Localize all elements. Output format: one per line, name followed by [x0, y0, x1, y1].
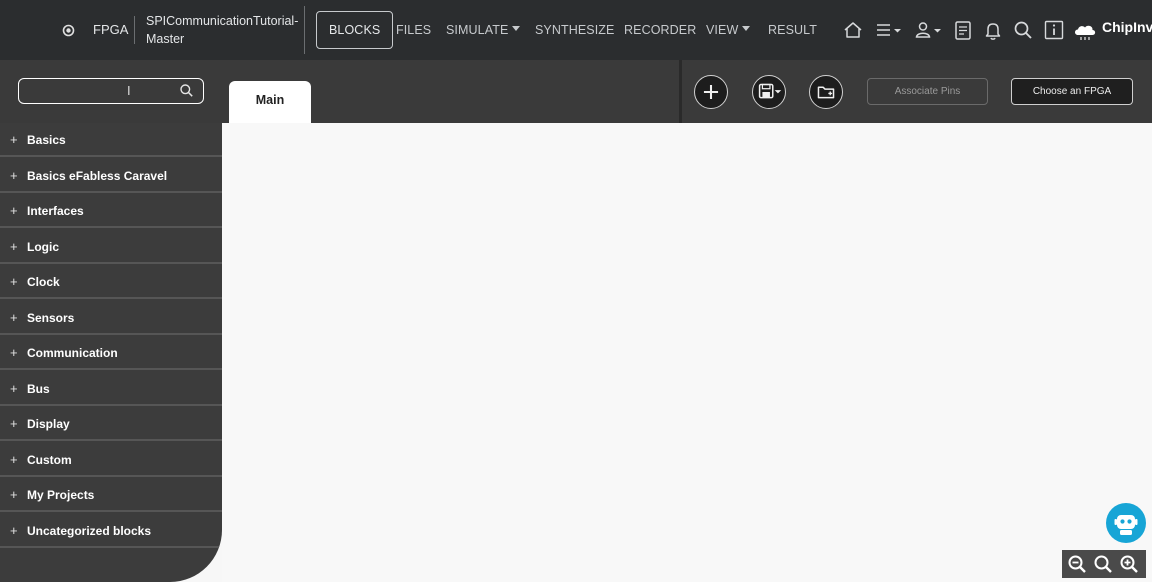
expand-icon: + — [10, 132, 18, 147]
project-name: SPICommunicationTutorial-Master — [146, 14, 299, 46]
category-clock[interactable]: + Clock — [0, 265, 222, 299]
category-basics-efabless-caravel[interactable]: + Basics eFabless Caravel — [0, 159, 222, 193]
category-label: My Projects — [27, 488, 95, 502]
brand-name: ChipInve — [1102, 19, 1152, 35]
expand-icon: + — [10, 416, 18, 431]
category-label: Custom — [27, 452, 72, 467]
category-basics[interactable]: + Basics — [0, 123, 222, 157]
toolbar: I Main Associate Pins Choose an FPGA — [0, 60, 1152, 123]
plus-icon — [703, 84, 719, 100]
nav-files[interactable]: FILES — [396, 0, 431, 60]
zoom-in-icon[interactable] — [1118, 553, 1140, 575]
assistant-bot-button[interactable] — [1106, 503, 1146, 543]
add-block-button[interactable] — [694, 75, 728, 109]
expand-icon: + — [10, 451, 18, 467]
nav-view[interactable]: VIEW — [706, 0, 751, 60]
expand-icon: + — [10, 274, 18, 289]
category-label: Display — [27, 417, 70, 431]
chip-icon — [62, 24, 75, 37]
divider — [134, 16, 135, 44]
menu-icon[interactable] — [874, 19, 904, 41]
category-label: Communication — [27, 346, 118, 360]
mode-label: FPGA — [93, 22, 129, 37]
expand-icon: + — [10, 203, 18, 218]
zoom-out-icon[interactable] — [1066, 553, 1088, 575]
brand-logo: ChipInve — [1072, 18, 1152, 44]
category-uncategorized-blocks[interactable]: + Uncategorized blocks — [0, 514, 222, 548]
category-my-projects[interactable]: + My Projects — [0, 478, 222, 512]
choose-fpga-button[interactable]: Choose an FPGA — [1011, 78, 1133, 105]
block-search-input[interactable]: I — [18, 78, 204, 104]
folder-add-icon — [817, 86, 835, 99]
save-icon — [758, 83, 782, 99]
zoom-controls — [1062, 550, 1146, 578]
category-label: Sensors — [27, 310, 75, 325]
block-workspace-canvas[interactable] — [222, 123, 1152, 582]
block-category-sidebar: + Basics + Basics eFabless Caravel + Interf… — [0, 123, 222, 582]
category-label: Interfaces — [27, 204, 84, 218]
top-navbar: FPGA SPICommunicationTutorial-Master BLO… — [0, 0, 1152, 60]
category-label: Bus — [27, 381, 50, 396]
category-label: Basics eFabless Caravel — [27, 168, 168, 183]
associate-pins-button[interactable]: Associate Pins — [867, 78, 988, 105]
category-label: Clock — [27, 275, 60, 289]
nav-recorder[interactable]: RECORDER — [624, 0, 696, 60]
notes-icon[interactable] — [952, 19, 974, 41]
expand-icon: + — [10, 167, 18, 183]
text-cursor-icon: I — [127, 83, 131, 98]
nav-blocks[interactable]: BLOCKS — [316, 11, 394, 49]
robot-icon — [1114, 515, 1138, 535]
divider — [679, 60, 682, 123]
category-custom[interactable]: + Custom — [0, 443, 222, 477]
category-communication[interactable]: + Communication — [0, 336, 222, 370]
search-icon[interactable] — [1012, 19, 1034, 41]
expand-icon: + — [10, 345, 18, 360]
category-logic[interactable]: + Logic — [0, 230, 222, 264]
open-folder-button[interactable] — [809, 75, 843, 109]
search-icon[interactable] — [179, 83, 194, 98]
chevron-down-icon — [742, 26, 751, 32]
divider — [304, 6, 305, 54]
category-bus[interactable]: + Bus — [0, 372, 222, 406]
nav-synthesize[interactable]: SYNTHESIZE — [535, 0, 615, 60]
category-label: Logic — [27, 239, 59, 254]
category-display[interactable]: + Display — [0, 407, 222, 441]
expand-icon: + — [10, 380, 18, 396]
cloud-icon — [1075, 25, 1096, 40]
save-menu-button[interactable] — [752, 75, 786, 109]
expand-icon: + — [10, 238, 18, 254]
nav-result[interactable]: RESULT — [768, 0, 817, 60]
info-icon[interactable] — [1043, 19, 1065, 41]
nav-simulate-label: SIMULATE — [446, 23, 509, 37]
category-label: Uncategorized blocks — [27, 523, 152, 538]
chevron-down-icon — [512, 26, 521, 32]
expand-icon: + — [10, 487, 18, 502]
home-icon[interactable] — [842, 19, 864, 41]
user-icon[interactable] — [914, 19, 944, 41]
expand-icon: + — [10, 522, 18, 538]
category-interfaces[interactable]: + Interfaces — [0, 194, 222, 228]
category-label: Basics — [27, 133, 66, 147]
tab-main[interactable]: Main — [229, 81, 311, 123]
expand-icon: + — [10, 309, 18, 325]
nav-view-label: VIEW — [706, 23, 739, 37]
zoom-reset-icon[interactable] — [1092, 553, 1114, 575]
category-sensors[interactable]: + Sensors — [0, 301, 222, 335]
bell-icon[interactable] — [982, 19, 1004, 41]
nav-simulate[interactable]: SIMULATE — [446, 0, 521, 60]
